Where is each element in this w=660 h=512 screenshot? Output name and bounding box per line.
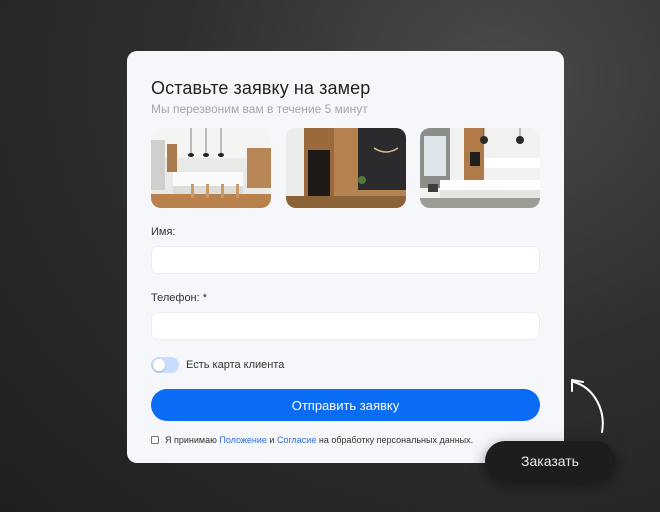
consent-text-prefix: Я принимаю [165,435,220,445]
toggle-knob [153,359,165,371]
regulation-link[interactable]: Положение [219,435,267,445]
consent-text-suffix: на обработку персональных данных. [316,435,474,445]
modal-title: Оставьте заявку на замер [151,78,371,98]
client-card-label: Есть карта клиента [186,359,285,371]
kitchen-photo-3 [420,128,540,208]
agreement-link[interactable]: Согласие [277,435,316,445]
consent-text-middle: и [266,435,277,445]
kitchen-photo-2 [285,128,406,208]
consent-checkbox[interactable] [151,436,159,444]
order-button[interactable]: Заказать [485,441,615,481]
client-card-toggle[interactable] [151,357,179,373]
photo-gallery [151,128,540,208]
modal-subtitle: Мы перезвоним вам в течение 5 минут [151,102,368,116]
phone-label: Телефон: * [151,292,208,304]
phone-input[interactable] [151,312,540,340]
consent-row: Я принимаю Положение и Согласие на обраб… [151,435,540,445]
name-input[interactable] [151,246,540,274]
submit-request-button[interactable]: Отправить заявку [151,389,540,421]
curved-arrow-icon [571,379,604,433]
request-modal: Оставьте заявку на замер Мы перезвоним в… [127,51,564,463]
kitchen-photo-1 [151,128,271,208]
client-card-row: Есть карта клиента [151,357,540,373]
name-label: Имя: [151,226,176,238]
